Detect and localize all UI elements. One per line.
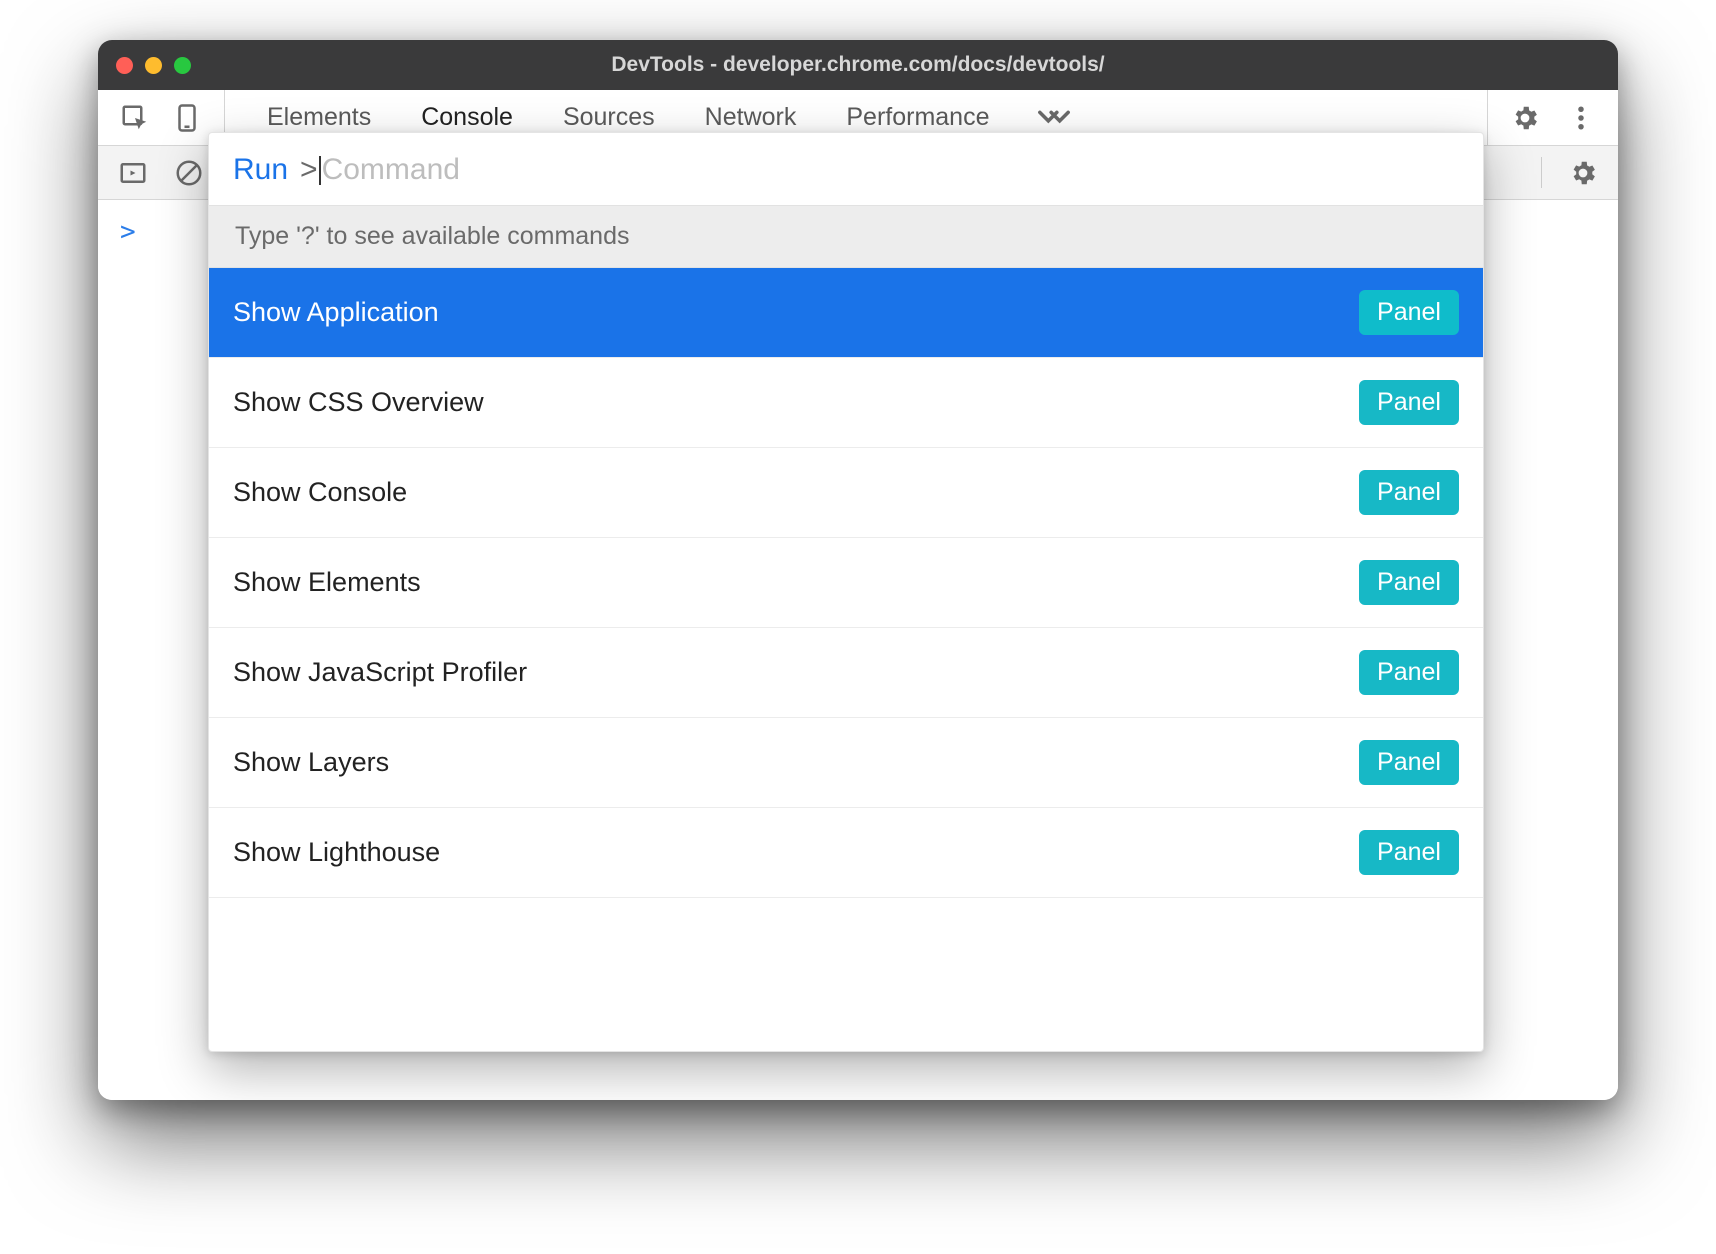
command-item-badge: Panel bbox=[1359, 290, 1459, 335]
command-item[interactable]: Show Console Panel bbox=[209, 448, 1483, 538]
command-item-badge: Panel bbox=[1359, 380, 1459, 425]
command-item[interactable]: Show Elements Panel bbox=[209, 538, 1483, 628]
window-traffic-lights bbox=[116, 57, 191, 74]
command-item-badge: Panel bbox=[1359, 830, 1459, 875]
command-item-badge: Panel bbox=[1359, 560, 1459, 605]
window-titlebar: DevTools - developer.chrome.com/docs/dev… bbox=[98, 40, 1618, 90]
command-item-label: Show Lighthouse bbox=[233, 837, 440, 868]
command-item-label: Show Application bbox=[233, 297, 439, 328]
window-zoom-button[interactable] bbox=[174, 57, 191, 74]
console-sidebar-toggle-icon[interactable] bbox=[118, 158, 148, 188]
kebab-menu-icon[interactable] bbox=[1566, 103, 1596, 133]
window-close-button[interactable] bbox=[116, 57, 133, 74]
command-item[interactable]: Show Layers Panel bbox=[209, 718, 1483, 808]
console-prompt-chevron: > bbox=[120, 217, 136, 247]
command-item-label: Show Console bbox=[233, 477, 407, 508]
divider bbox=[1541, 157, 1542, 189]
more-tabs-icon[interactable] bbox=[1037, 106, 1071, 130]
command-item-label: Show CSS Overview bbox=[233, 387, 484, 418]
command-prompt-caret: > bbox=[300, 153, 318, 187]
command-list: Show Application Panel Show CSS Overview Pa… bbox=[209, 268, 1483, 1051]
command-item-label: Show JavaScript Profiler bbox=[233, 657, 527, 688]
console-settings-icon[interactable] bbox=[1568, 158, 1598, 188]
devtools-window: DevTools - developer.chrome.com/docs/dev… bbox=[98, 40, 1618, 1100]
command-hint: Type '?' to see available commands bbox=[209, 205, 1483, 268]
command-item-badge: Panel bbox=[1359, 740, 1459, 785]
window-minimize-button[interactable] bbox=[145, 57, 162, 74]
command-item-label: Show Layers bbox=[233, 747, 389, 778]
command-placeholder: Command bbox=[322, 153, 460, 187]
window-title: DevTools - developer.chrome.com/docs/dev… bbox=[611, 53, 1104, 77]
command-item[interactable]: Show Lighthouse Panel bbox=[209, 808, 1483, 898]
settings-icon[interactable] bbox=[1510, 103, 1540, 133]
command-item[interactable]: Show Application Panel bbox=[209, 268, 1483, 358]
command-menu: Run > Command Type '?' to see available … bbox=[208, 132, 1484, 1052]
command-input-row[interactable]: Run > Command bbox=[209, 133, 1483, 205]
command-item-badge: Panel bbox=[1359, 650, 1459, 695]
inspect-element-icon[interactable] bbox=[120, 103, 150, 133]
command-item[interactable]: Show JavaScript Profiler Panel bbox=[209, 628, 1483, 718]
command-item-badge: Panel bbox=[1359, 470, 1459, 515]
device-toolbar-icon[interactable] bbox=[172, 103, 202, 133]
command-item-label: Show Elements bbox=[233, 567, 421, 598]
command-item[interactable]: Show CSS Overview Panel bbox=[209, 358, 1483, 448]
command-run-label: Run bbox=[233, 153, 288, 187]
clear-console-icon[interactable] bbox=[174, 158, 204, 188]
